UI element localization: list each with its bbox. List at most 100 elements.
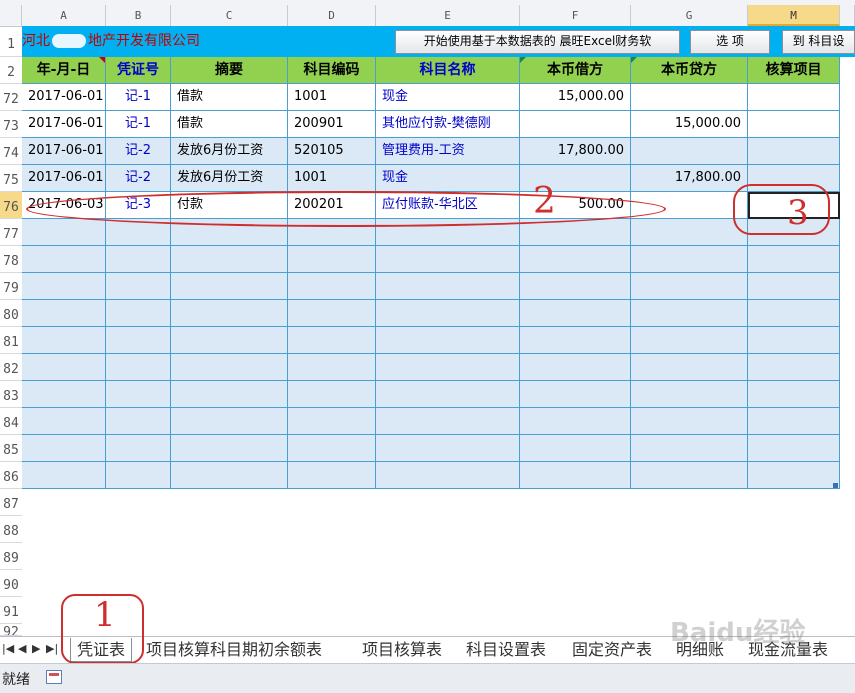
cell-credit[interactable] xyxy=(631,300,748,327)
cell-summary[interactable] xyxy=(171,273,288,300)
column-header-e[interactable]: E xyxy=(376,5,520,26)
cell-account-code[interactable] xyxy=(288,300,376,327)
row-header-72[interactable]: 72 xyxy=(0,84,22,111)
cell-project[interactable] xyxy=(748,246,840,273)
cell-voucher[interactable] xyxy=(106,381,171,408)
cell-summary[interactable] xyxy=(171,462,288,489)
cell-account-name[interactable] xyxy=(376,327,520,354)
cell-account-code[interactable]: 1001 xyxy=(288,165,376,192)
row-header-79[interactable]: 79 xyxy=(0,273,22,300)
cell-credit[interactable] xyxy=(631,273,748,300)
cell-voucher[interactable] xyxy=(106,273,171,300)
cell-project[interactable] xyxy=(748,408,840,435)
cell-date[interactable] xyxy=(22,354,106,381)
cell-credit[interactable] xyxy=(631,138,748,165)
start-software-button[interactable]: 开始使用基于本数据表的 晨旺Excel财务软 xyxy=(395,30,680,54)
cell-account-code[interactable] xyxy=(288,246,376,273)
cell-credit[interactable] xyxy=(631,84,748,111)
cell-account-name[interactable]: 应付账款-华北区 xyxy=(376,192,520,219)
cell-account-name[interactable] xyxy=(376,462,520,489)
header-debit[interactable]: 本币借方 xyxy=(520,57,631,84)
cell-date[interactable]: 2017-06-01 xyxy=(22,111,106,138)
cell-project[interactable] xyxy=(748,138,840,165)
row-header-76[interactable]: 76 xyxy=(0,192,22,219)
column-header-d[interactable]: D xyxy=(288,5,376,26)
header-date[interactable]: 年-月-日 xyxy=(22,57,106,84)
cell-summary[interactable]: 借款 xyxy=(171,84,288,111)
row-header-73[interactable]: 73 xyxy=(0,111,22,138)
cell-account-name[interactable]: 管理费用-工资 xyxy=(376,138,520,165)
tab-account-settings[interactable]: 科目设置表 xyxy=(460,638,552,662)
tab-fixed-assets[interactable]: 固定资产表 xyxy=(566,638,658,662)
header-summary[interactable]: 摘要 xyxy=(171,57,288,84)
cell-debit[interactable] xyxy=(520,219,631,246)
cell-account-name[interactable]: 现金 xyxy=(376,165,520,192)
cell-project[interactable] xyxy=(748,354,840,381)
cell-summary[interactable] xyxy=(171,246,288,273)
cell-project[interactable] xyxy=(748,300,840,327)
cell-account-code[interactable] xyxy=(288,408,376,435)
goto-account-settings-button[interactable]: 到 科目设 xyxy=(782,30,855,54)
cell-debit[interactable] xyxy=(520,381,631,408)
header-credit[interactable]: 本币贷方 xyxy=(631,57,748,84)
cell-summary[interactable]: 发放6月份工资 xyxy=(171,138,288,165)
cell-project[interactable] xyxy=(748,327,840,354)
cell-date[interactable]: 2017-06-01 xyxy=(22,165,106,192)
cell-date[interactable] xyxy=(22,246,106,273)
cell-voucher[interactable]: 记-3 xyxy=(106,192,171,219)
cell-voucher[interactable] xyxy=(106,300,171,327)
cell-account-name[interactable] xyxy=(376,219,520,246)
cell-date[interactable] xyxy=(22,327,106,354)
cell-voucher[interactable] xyxy=(106,246,171,273)
cell-account-name[interactable]: 其他应付款-樊德刚 xyxy=(376,111,520,138)
cell-summary[interactable]: 发放6月份工资 xyxy=(171,165,288,192)
tab-nav-first-icon[interactable]: |◀ xyxy=(2,642,14,655)
cell-account-code[interactable] xyxy=(288,354,376,381)
cell-summary[interactable]: 借款 xyxy=(171,111,288,138)
cell-project[interactable] xyxy=(748,381,840,408)
cell-credit[interactable] xyxy=(631,327,748,354)
select-all-corner[interactable] xyxy=(0,5,22,26)
cell-summary[interactable]: 付款 xyxy=(171,192,288,219)
tab-project-accounting[interactable]: 项目核算表 xyxy=(356,638,448,662)
column-header-m[interactable]: M xyxy=(748,5,840,26)
cell-account-name[interactable] xyxy=(376,246,520,273)
cell-debit[interactable] xyxy=(520,435,631,462)
cell-debit[interactable] xyxy=(520,111,631,138)
cell-date[interactable] xyxy=(22,219,106,246)
cell-account-code[interactable] xyxy=(288,273,376,300)
cell-debit[interactable]: 15,000.00 xyxy=(520,84,631,111)
cell-account-code[interactable]: 200201 xyxy=(288,192,376,219)
header-account-name[interactable]: 科目名称 xyxy=(376,57,520,84)
row-header-90[interactable]: 90 xyxy=(0,570,22,597)
column-header-c[interactable]: C xyxy=(171,5,288,26)
header-project[interactable]: 核算项目 xyxy=(748,57,840,84)
cell-date[interactable]: 2017-06-01 xyxy=(22,84,106,111)
cell-credit[interactable] xyxy=(631,246,748,273)
cell-summary[interactable] xyxy=(171,435,288,462)
row-header-85[interactable]: 85 xyxy=(0,435,22,462)
tab-project-opening-balance[interactable]: 项目核算科目期初余额表 xyxy=(140,638,328,662)
cell-debit[interactable] xyxy=(520,327,631,354)
row-header-78[interactable]: 78 xyxy=(0,246,22,273)
cell-voucher[interactable] xyxy=(106,327,171,354)
cell-account-name[interactable] xyxy=(376,273,520,300)
cell-summary[interactable] xyxy=(171,381,288,408)
cell-credit[interactable] xyxy=(631,192,748,219)
cell-date[interactable]: 2017-06-03 xyxy=(22,192,106,219)
cell-credit[interactable]: 15,000.00 xyxy=(631,111,748,138)
cell-debit[interactable] xyxy=(520,462,631,489)
cell-credit[interactable] xyxy=(631,219,748,246)
row-header-81[interactable]: 81 xyxy=(0,327,22,354)
row-header-91[interactable]: 91 xyxy=(0,597,22,624)
cell-account-code[interactable] xyxy=(288,381,376,408)
cell-voucher[interactable] xyxy=(106,219,171,246)
row-header-86[interactable]: 86 xyxy=(0,462,22,489)
cell-account-code[interactable]: 1001 xyxy=(288,84,376,111)
cell-account-code[interactable] xyxy=(288,327,376,354)
cell-date[interactable] xyxy=(22,435,106,462)
row-header-77[interactable]: 77 xyxy=(0,219,22,246)
cell-voucher[interactable]: 记-1 xyxy=(106,84,171,111)
tab-nav-next-icon[interactable]: ▶ xyxy=(32,642,40,655)
cell-account-code[interactable] xyxy=(288,462,376,489)
